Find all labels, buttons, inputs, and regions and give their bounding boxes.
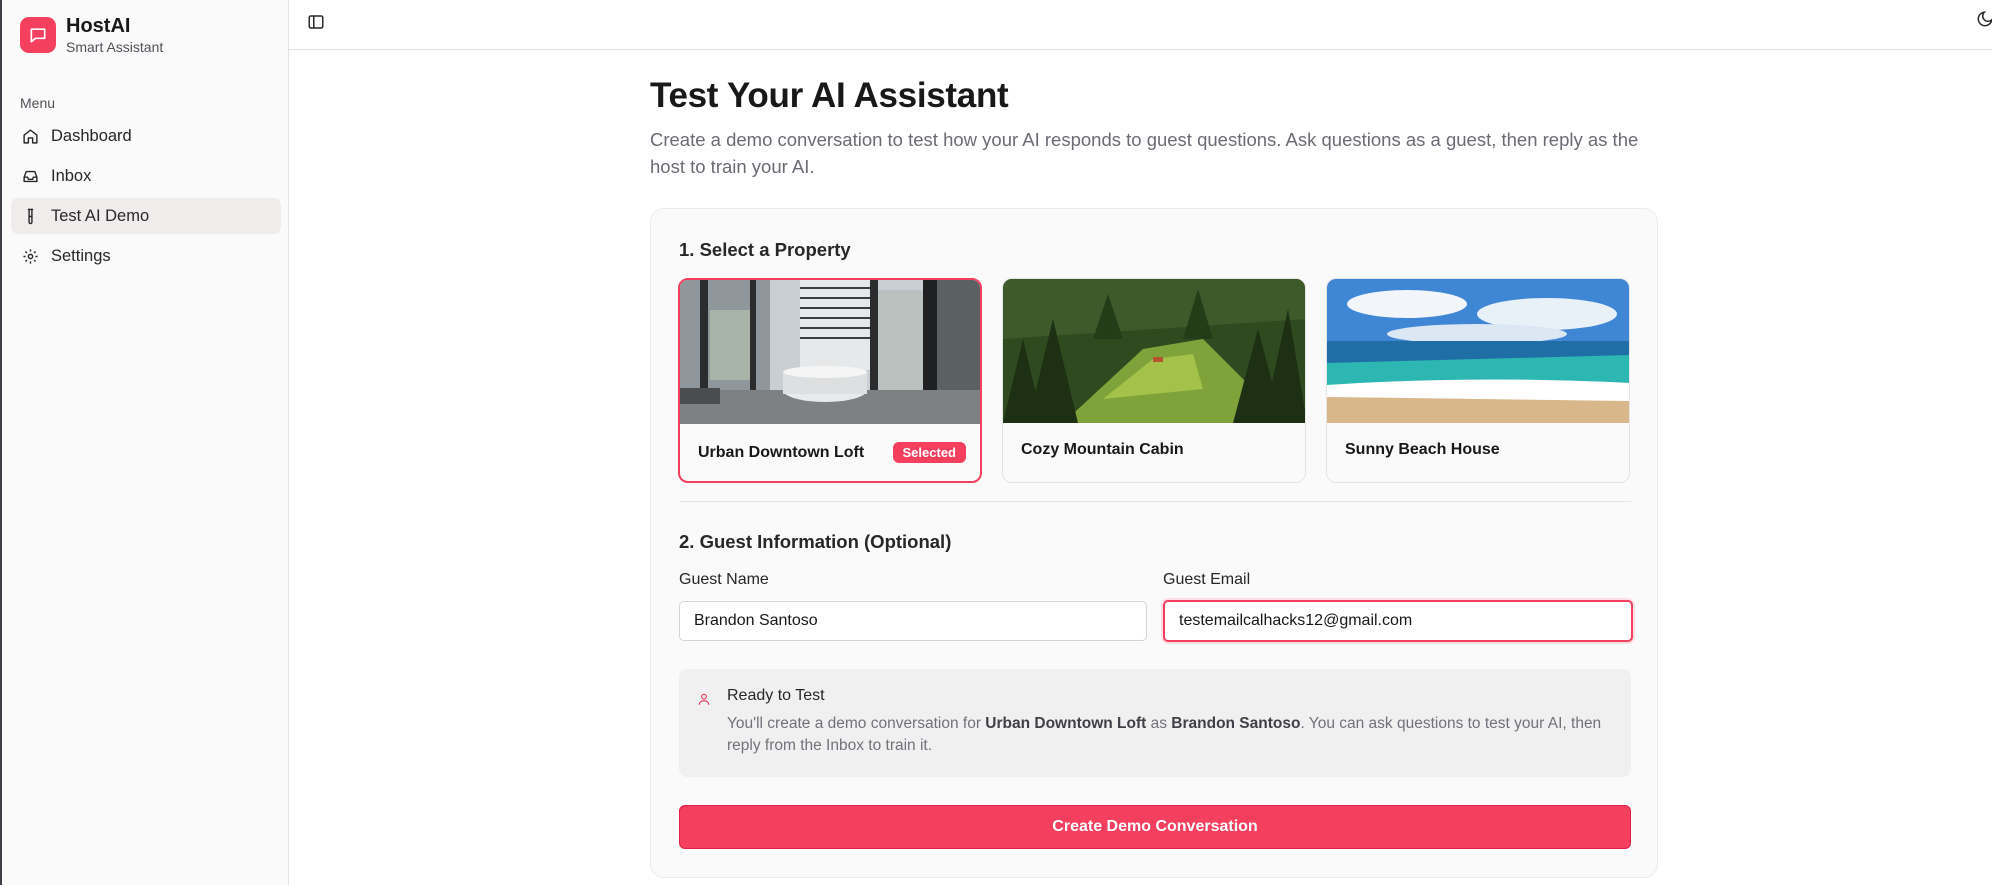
page-title: Test Your AI Assistant [650,76,1009,115]
create-demo-conversation-button[interactable]: Create Demo Conversation [679,805,1631,849]
top-bar [289,0,1992,50]
guest-name-label: Guest Name [679,571,769,588]
inbox-icon [21,167,39,185]
guest-name-value: Brandon Santoso [1171,715,1301,732]
sidebar-toggle-button[interactable] [304,10,328,34]
selected-property-name: Urban Downtown Loft [985,715,1147,732]
property-image [680,280,980,424]
brand: HostAI Smart Assistant [20,14,163,56]
ready-title: Ready to Test [727,687,825,704]
app-name: HostAI [66,15,131,37]
property-image [1327,279,1629,423]
sidebar-item-dashboard[interactable]: Dashboard [11,118,281,154]
property-card-sunny-beach-house[interactable]: Sunny Beach House [1326,278,1630,483]
sidebar-item-settings[interactable]: Settings [11,238,281,274]
theme-toggle-button[interactable] [1976,10,1992,34]
property-name: Sunny Beach House [1345,441,1500,458]
menu-label: Menu [20,95,56,111]
sidebar-item-label: Settings [51,246,111,265]
sidebar-item-label: Test AI Demo [51,206,150,225]
panel-left-icon [308,15,324,29]
sidebar-item-label: Inbox [51,166,92,185]
guest-section-title: 2. Guest Information (Optional) [679,531,952,552]
chat-bubble-logo-icon [20,17,56,53]
gear-icon [21,247,39,265]
moon-icon [1977,11,1992,27]
sidebar-item-test-ai-demo[interactable]: Test AI Demo [11,198,281,234]
user-icon [697,691,711,712]
home-icon [21,127,39,145]
test-tube-icon [21,207,39,225]
property-image [1003,279,1305,423]
sidebar: HostAI Smart Assistant Menu Dashboard In… [2,0,289,885]
demo-setup-panel: 1. Select a Property Urban Downtown Loft… [650,208,1658,878]
sidebar-item-inbox[interactable]: Inbox [11,158,281,194]
guest-name-input[interactable]: Brandon Santoso [679,601,1147,641]
property-section-title: 1. Select a Property [679,239,851,260]
guest-email-label: Guest Email [1163,571,1251,588]
property-card-cozy-mountain-cabin[interactable]: Cozy Mountain Cabin [1002,278,1306,483]
page-description: Create a demo conversation to test how y… [650,129,1639,177]
app-subtitle: Smart Assistant [66,39,164,55]
property-name: Urban Downtown Loft [698,443,865,461]
ready-to-test-box: Ready to Test You'll create a demo conve… [679,669,1631,777]
selected-badge: Selected [892,442,966,463]
ready-description: You'll create a demo conversation for Ur… [727,715,1602,754]
property-card-urban-downtown-loft[interactable]: Urban Downtown Loft Selected [678,278,982,483]
guest-email-input[interactable]: testemailcalhacks12@gmail.com [1163,600,1633,642]
sidebar-nav: Dashboard Inbox Test AI Demo Settings [11,118,281,278]
property-cards: Urban Downtown Loft Selected Cozy Mounta… [678,278,1650,483]
property-name: Cozy Mountain Cabin [1021,441,1184,458]
section-divider [679,501,1631,502]
sidebar-item-label: Dashboard [51,126,132,145]
